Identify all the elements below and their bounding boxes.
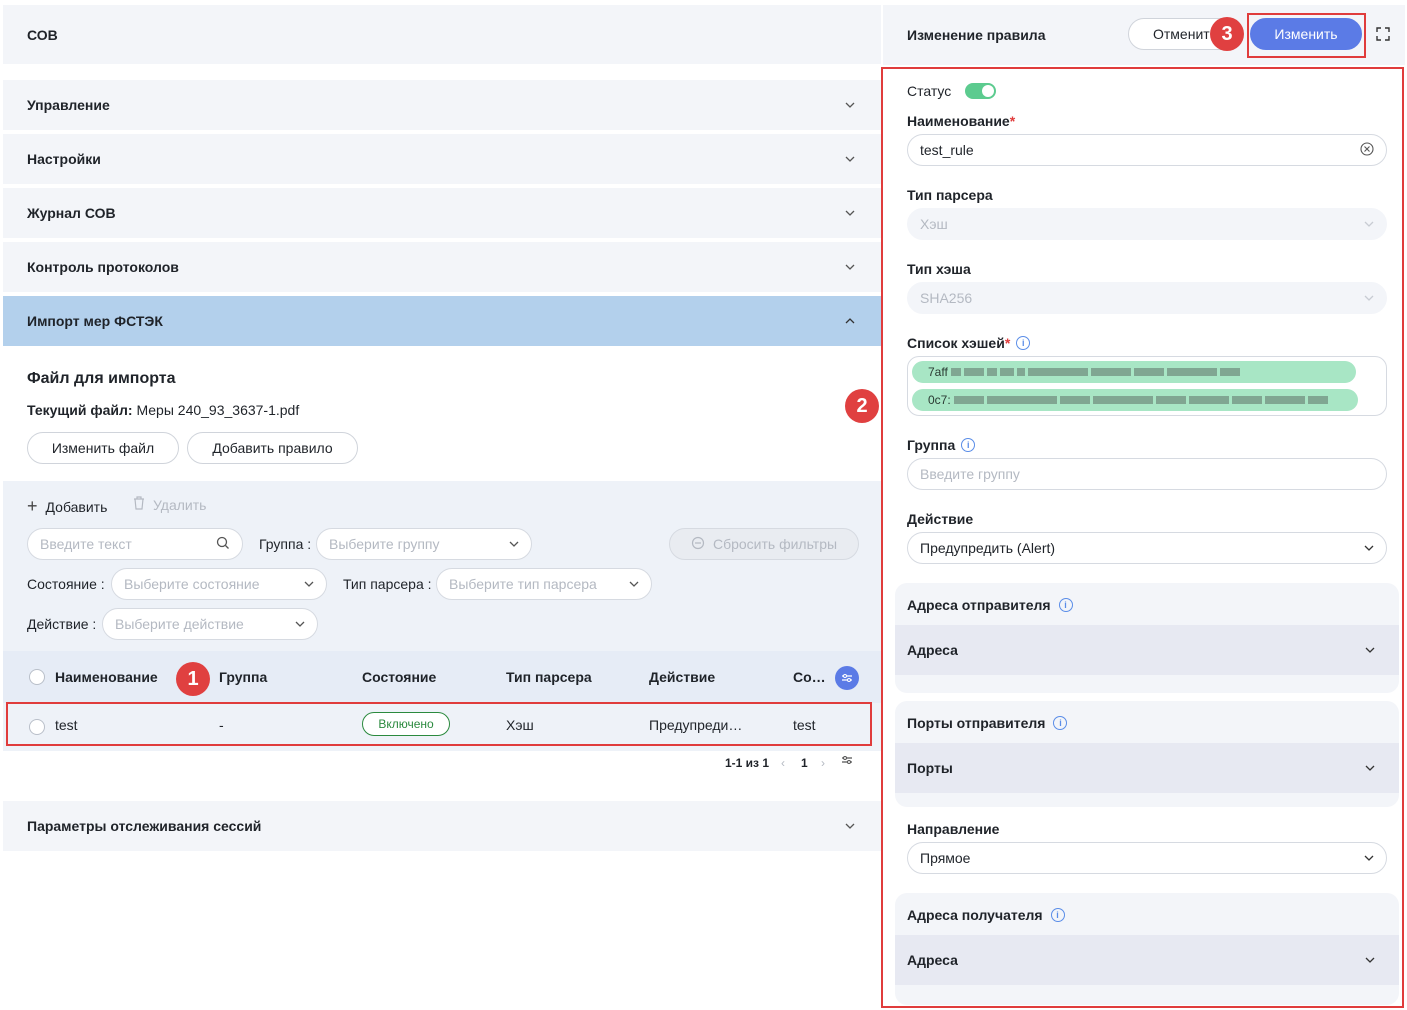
accordion-label: Импорт мер ФСТЭК [27, 313, 163, 329]
current-file-label: Текущий файл: [27, 402, 133, 418]
column-header[interactable]: Действие [649, 669, 715, 685]
page-number[interactable]: 1 [801, 756, 808, 770]
accordion-label: Управление [27, 97, 110, 113]
annotation-box-form [881, 67, 1404, 1008]
import-section: Файл для импорта Текущий файл: Меры 240_… [3, 346, 881, 481]
import-title: Файл для импорта [27, 370, 176, 387]
state-select[interactable]: Выберите состояние [111, 568, 327, 600]
current-file-value: Меры 240_93_3637-1.pdf [136, 402, 300, 418]
annotation-box-row [6, 702, 872, 746]
change-file-button[interactable]: Изменить файл [27, 432, 179, 464]
accordion-sessions[interactable]: Параметры отслеживания сессий [3, 801, 881, 851]
chevron-down-icon [295, 616, 305, 632]
chevron-down-icon [845, 262, 855, 272]
accordion-import[interactable]: Импорт мер ФСТЭК [3, 296, 881, 346]
add-rule-button[interactable]: Добавить правило [187, 432, 358, 464]
state-placeholder: Выберите состояние [124, 576, 260, 592]
parser-select[interactable]: Выберите тип парсера [436, 568, 652, 600]
chevron-down-icon [509, 536, 519, 552]
reset-label: Сбросить фильтры [712, 536, 838, 552]
search-icon [216, 536, 230, 553]
search-placeholder: Введите текст [40, 536, 132, 552]
annotation-box-submit [1247, 13, 1366, 58]
column-header[interactable]: Состояние [362, 669, 436, 685]
action-filter-label: Действие : [27, 616, 97, 632]
annotation-marker-1: 1 [176, 662, 210, 696]
prev-page-icon[interactable]: ‹ [781, 756, 785, 770]
group-select[interactable]: Выберите группу [316, 528, 532, 560]
reset-filters-button[interactable]: Сбросить фильтры [669, 528, 859, 560]
accordion-label: Журнал СОВ [27, 205, 116, 221]
accordion-label: Настройки [27, 151, 101, 167]
annotation-marker-2: 2 [845, 389, 879, 423]
column-header[interactable]: Со… [793, 669, 826, 685]
trash-icon [133, 496, 145, 513]
chevron-down-icon [845, 154, 855, 164]
state-filter-label: Состояние : [27, 576, 105, 592]
delete-label: Удалить [153, 496, 207, 513]
parser-placeholder: Выберите тип парсера [449, 576, 597, 592]
group-placeholder: Выберите группу [329, 536, 440, 552]
page-title: СОВ [3, 5, 881, 64]
left-panel: СОВ Управление Настройки Журнал СОВ Конт… [3, 5, 881, 1010]
accordion-label: Параметры отслеживания сессий [27, 818, 262, 834]
delete-button[interactable]: Удалить [133, 496, 206, 513]
action-placeholder: Выберите действие [115, 616, 244, 632]
column-settings-icon[interactable] [835, 666, 859, 690]
reset-icon [691, 536, 705, 553]
accordion-journal[interactable]: Журнал СОВ [3, 188, 881, 238]
chevron-down-icon [629, 576, 639, 592]
chevron-down-icon [845, 821, 855, 831]
column-header[interactable]: Группа [219, 669, 267, 685]
current-file: Текущий файл: Меры 240_93_3637-1.pdf [27, 402, 299, 418]
panel-title: Изменение правила [907, 27, 1046, 43]
select-all-checkbox[interactable] [29, 669, 45, 685]
group-filter-label: Группа : [259, 536, 312, 552]
accordion-management[interactable]: Управление [3, 80, 881, 130]
chevron-down-icon [845, 100, 855, 110]
table-toolbar: + Добавить Удалить Введите текст Группа … [3, 481, 881, 651]
pagination-range: 1-1 из 1 [725, 756, 770, 770]
pagination-settings-icon[interactable] [841, 754, 853, 769]
chevron-up-icon [845, 316, 855, 326]
add-button[interactable]: + Добавить [27, 496, 107, 517]
next-page-icon[interactable]: › [821, 756, 825, 770]
plus-icon: + [27, 496, 38, 516]
column-header[interactable]: Наименование [55, 669, 158, 685]
column-header[interactable]: Тип парсера [506, 669, 592, 685]
chevron-down-icon [304, 576, 314, 592]
accordion-protocols[interactable]: Контроль протоколов [3, 242, 881, 292]
annotation-marker-3: 3 [1210, 17, 1244, 51]
fullscreen-icon[interactable] [1376, 27, 1390, 44]
add-label: Добавить [45, 498, 108, 515]
accordion-label: Контроль протоколов [27, 259, 179, 275]
search-input[interactable]: Введите текст [27, 528, 243, 560]
parser-filter-label: Тип парсера : [343, 576, 432, 592]
action-select[interactable]: Выберите действие [102, 608, 318, 640]
table-header: Наименование Группа Состояние Тип парсер… [3, 651, 881, 703]
chevron-down-icon [845, 208, 855, 218]
accordion-settings[interactable]: Настройки [3, 134, 881, 184]
